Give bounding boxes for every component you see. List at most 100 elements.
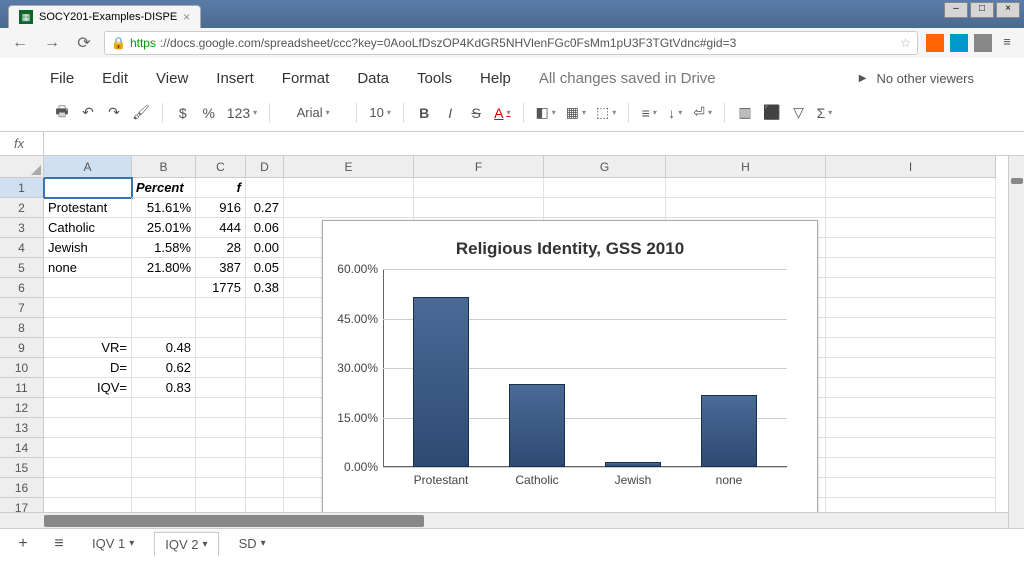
cell-E1[interactable] [284, 178, 414, 198]
cell-B3[interactable]: 25.01% [132, 218, 196, 238]
vertical-scrollbar[interactable] [1008, 156, 1024, 528]
font-select[interactable]: Arial [278, 101, 348, 125]
cell-H2[interactable] [666, 198, 826, 218]
menu-edit[interactable]: Edit [102, 70, 128, 87]
cell-I4[interactable] [826, 238, 996, 258]
col-header-B[interactable]: B [132, 156, 196, 178]
minimize-button[interactable]: – [944, 2, 968, 18]
cell-A14[interactable] [44, 438, 132, 458]
cell-A1[interactable] [44, 178, 132, 198]
row-header-4[interactable]: 4 [0, 238, 44, 258]
cell-H1[interactable] [666, 178, 826, 198]
cell-F1[interactable] [414, 178, 544, 198]
ext-icon-3[interactable] [974, 34, 992, 52]
cell-I15[interactable] [826, 458, 996, 478]
cell-B10[interactable]: 0.62 [132, 358, 196, 378]
sheet-tab-iqv1[interactable]: IQV 1 ▾ [82, 532, 144, 555]
strike-button[interactable]: S [464, 101, 488, 125]
cell-C15[interactable] [196, 458, 246, 478]
cell-C3[interactable]: 444 [196, 218, 246, 238]
redo-button[interactable]: ↷ [102, 101, 126, 125]
menu-view[interactable]: View [156, 70, 188, 87]
cell-B14[interactable] [132, 438, 196, 458]
cell-A15[interactable] [44, 458, 132, 478]
col-header-D[interactable]: D [246, 156, 284, 178]
cell-D5[interactable]: 0.05 [246, 258, 284, 278]
cell-B9[interactable]: 0.48 [132, 338, 196, 358]
cell-B1[interactable]: Percent [132, 178, 196, 198]
horizontal-scrollbar[interactable] [0, 512, 1008, 528]
bold-button[interactable]: B [412, 101, 436, 125]
cell-I10[interactable] [826, 358, 996, 378]
menu-file[interactable]: File [50, 70, 74, 87]
cell-I11[interactable] [826, 378, 996, 398]
forward-button[interactable]: → [40, 31, 64, 55]
currency-button[interactable]: $ [171, 101, 195, 125]
embedded-chart[interactable]: Religious Identity, GSS 2010 0.00%15.00%… [322, 220, 818, 522]
menu-tools[interactable]: Tools [417, 70, 452, 87]
bookmark-star-icon[interactable]: ☆ [900, 36, 911, 50]
merge-button[interactable]: ⬚ [592, 101, 620, 125]
insert-chart2-button[interactable]: ⬛ [759, 101, 784, 125]
row-header-11[interactable]: 11 [0, 378, 44, 398]
cell-B6[interactable] [132, 278, 196, 298]
cell-B7[interactable] [132, 298, 196, 318]
browser-tab[interactable]: ▦ SOCY201-Examples-DISPE × [8, 5, 201, 28]
h-align-button[interactable]: ≡ [637, 101, 661, 125]
cell-D3[interactable]: 0.06 [246, 218, 284, 238]
cell-I1[interactable] [826, 178, 996, 198]
cell-D15[interactable] [246, 458, 284, 478]
font-size-select[interactable]: 10 [365, 101, 395, 125]
cell-I2[interactable] [826, 198, 996, 218]
cell-B11[interactable]: 0.83 [132, 378, 196, 398]
cell-G1[interactable] [544, 178, 666, 198]
viewers-caret-icon[interactable]: ▶ [859, 73, 867, 84]
cell-A13[interactable] [44, 418, 132, 438]
row-header-13[interactable]: 13 [0, 418, 44, 438]
percent-button[interactable]: % [197, 101, 221, 125]
undo-button[interactable]: ↶ [76, 101, 100, 125]
reload-button[interactable]: ⟳ [72, 31, 96, 55]
menu-data[interactable]: Data [357, 70, 389, 87]
cell-B16[interactable] [132, 478, 196, 498]
cell-A10[interactable]: D= [44, 358, 132, 378]
cell-I14[interactable] [826, 438, 996, 458]
cell-D9[interactable] [246, 338, 284, 358]
cell-C11[interactable] [196, 378, 246, 398]
cell-A2[interactable]: Protestant [44, 198, 132, 218]
filter-button[interactable]: ▽ [786, 101, 810, 125]
cell-I3[interactable] [826, 218, 996, 238]
text-color-button[interactable]: A [490, 101, 514, 125]
paint-format-button[interactable]: 🖌 [128, 101, 154, 125]
cell-B8[interactable] [132, 318, 196, 338]
borders-button[interactable]: ▦ [562, 101, 590, 125]
cell-I7[interactable] [826, 298, 996, 318]
cell-B4[interactable]: 1.58% [132, 238, 196, 258]
cell-C13[interactable] [196, 418, 246, 438]
cell-C6[interactable]: 1775 [196, 278, 246, 298]
sheet-tab-iqv2[interactable]: IQV 2 ▾ [154, 532, 218, 556]
col-header-A[interactable]: A [44, 156, 132, 178]
cell-B12[interactable] [132, 398, 196, 418]
row-header-9[interactable]: 9 [0, 338, 44, 358]
cell-D4[interactable]: 0.00 [246, 238, 284, 258]
cell-C10[interactable] [196, 358, 246, 378]
maximize-button[interactable]: □ [970, 2, 994, 18]
cell-A9[interactable]: VR= [44, 338, 132, 358]
cell-C1[interactable]: f [196, 178, 246, 198]
cell-C9[interactable] [196, 338, 246, 358]
all-sheets-button[interactable]: ≡ [46, 535, 72, 553]
cell-F2[interactable] [414, 198, 544, 218]
cell-I8[interactable] [826, 318, 996, 338]
row-header-8[interactable]: 8 [0, 318, 44, 338]
v-scroll-thumb[interactable] [1011, 178, 1023, 184]
cell-C8[interactable] [196, 318, 246, 338]
number-format-button[interactable]: 123 [223, 101, 261, 125]
close-window-button[interactable]: × [996, 2, 1020, 18]
col-header-I[interactable]: I [826, 156, 996, 178]
cell-I6[interactable] [826, 278, 996, 298]
menu-help[interactable]: Help [480, 70, 511, 87]
cell-D2[interactable]: 0.27 [246, 198, 284, 218]
cell-A3[interactable]: Catholic [44, 218, 132, 238]
row-header-14[interactable]: 14 [0, 438, 44, 458]
